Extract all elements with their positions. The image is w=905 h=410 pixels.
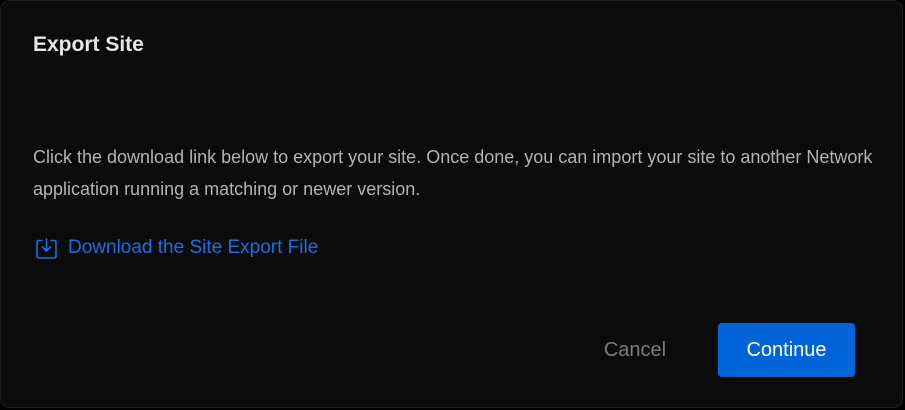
continue-button[interactable]: Continue [718, 323, 855, 377]
download-icon [35, 237, 58, 260]
dialog-title: Export Site [33, 33, 144, 56]
export-site-dialog: Export Site Click the download link belo… [0, 0, 903, 408]
download-export-file-link[interactable]: Download the Site Export File [35, 235, 318, 261]
cancel-button[interactable]: Cancel [579, 323, 691, 377]
dialog-description: Click the download link below to export … [33, 147, 873, 199]
download-link-label: Download the Site Export File [68, 237, 319, 258]
